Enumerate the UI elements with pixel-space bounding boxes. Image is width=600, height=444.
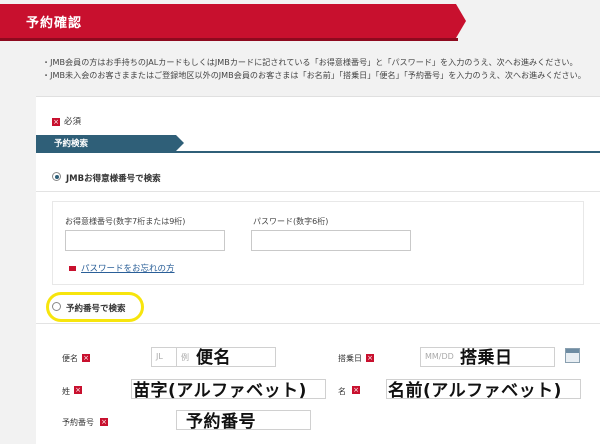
- date-overlay-text: 搭乗日: [460, 348, 513, 368]
- flight-prefix-box: JL: [151, 347, 179, 367]
- section-title: 予約検索: [54, 139, 89, 149]
- forgot-password-link[interactable]: パスワードをお忘れの方: [81, 262, 175, 274]
- required-legend: × 必須: [52, 115, 81, 127]
- required-label: 必須: [64, 117, 82, 127]
- divider: [36, 191, 600, 192]
- password-input[interactable]: [251, 230, 411, 251]
- required-mark-icon: ×: [82, 354, 90, 362]
- jmb-search-label[interactable]: JMBお得意様番号で検索: [66, 172, 161, 184]
- required-mark-icon: ×: [352, 386, 360, 394]
- instructions: ・JMB会員の方はお手持ちのJALカードもしくはJMBカードに記されている「お得…: [42, 56, 600, 82]
- member-number-input[interactable]: [65, 230, 225, 251]
- page-header: 予約確認: [0, 0, 600, 44]
- calendar-icon[interactable]: [565, 348, 580, 363]
- member-number-label: お得意様番号(数字7桁または9桁): [65, 217, 186, 226]
- jmb-search-radio[interactable]: [52, 172, 61, 181]
- flight-label: 便名: [62, 354, 78, 363]
- jmb-form: お得意様番号(数字7桁または9桁) パスワード(数字6桁) パスワードをお忘れの…: [52, 201, 584, 285]
- arrow-icon: [69, 266, 76, 271]
- date-label: 搭乗日: [338, 354, 362, 363]
- flight-overlay-text: 便名: [196, 348, 231, 368]
- given-name-overlay-text: 名前(アルファベット): [388, 381, 562, 401]
- required-mark-icon: ×: [366, 354, 374, 362]
- surname-overlay-text: 苗字(アルファベット): [133, 381, 307, 401]
- reservation-search-radio[interactable]: [52, 302, 61, 311]
- surname-label: 姓: [62, 387, 70, 396]
- instruction-non-member: ・JMB未入会のお客さままたはご登録地区以外のJMB会員のお客さまは「お名前」「…: [42, 70, 586, 80]
- section-underline: [36, 151, 600, 153]
- required-mark-icon: ×: [52, 117, 60, 126]
- header-shadow: [0, 38, 458, 41]
- required-mark-icon: ×: [74, 386, 82, 394]
- required-mark-icon: ×: [100, 418, 108, 426]
- divider: [36, 323, 600, 324]
- reservation-search-label[interactable]: 予約番号で検索: [66, 302, 126, 314]
- section-tab: 予約検索: [36, 135, 184, 151]
- page-title: 予約確認: [26, 16, 83, 31]
- given-name-label: 名: [338, 387, 346, 396]
- password-label: パスワード(数字6桁): [253, 217, 329, 226]
- instruction-jmb: ・JMB会員の方はお手持ちのJALカードもしくはJMBカードに記されている「お得…: [42, 57, 578, 67]
- reservation-number-overlay-text: 予約番号: [186, 412, 256, 432]
- reservation-number-label: 予約番号: [62, 418, 94, 427]
- search-panel: × 必須 予約検索 JMBお得意様番号で検索 お得意様番号(数字7桁または9桁) …: [36, 96, 600, 444]
